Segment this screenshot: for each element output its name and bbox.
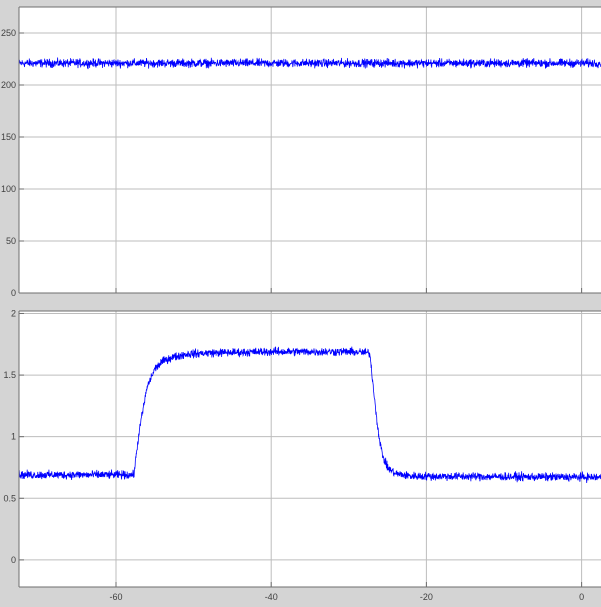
y-tick-label: 0.5: [3, 493, 16, 503]
y-tick-label: 100: [1, 184, 16, 194]
y-tick-label: 0: [11, 288, 16, 298]
axes-1: 0 50 100 150 200 250: [1, 6, 601, 298]
y-tick-label: 2: [11, 308, 16, 318]
axes-2: 0 0.5 1 1.5 2 -60 -40 -20 0: [3, 308, 601, 602]
x-tick-label: 0: [579, 592, 584, 602]
y-tick-label: 0: [11, 555, 16, 565]
x-tick-label: -40: [265, 592, 278, 602]
y-tick-label: 250: [1, 28, 16, 38]
x-tick-label: -20: [420, 592, 433, 602]
axes-1-background: [19, 7, 601, 293]
x-tick-label: -60: [109, 592, 122, 602]
plot-canvas: 0 50 100 150 200 250 0 0.5 1 1.5 2 -60 -40 -20 0: [1, 6, 601, 602]
y-tick-label: 200: [1, 80, 16, 90]
y-tick-label: 150: [1, 132, 16, 142]
y-tick-label: 50: [6, 236, 16, 246]
y-tick-label: 1: [11, 432, 16, 442]
scope-figure: 0 50 100 150 200 250 0 0.5 1 1.5 2 -60 -40 -20 0: [0, 0, 601, 607]
y-tick-label: 1.5: [3, 370, 16, 380]
